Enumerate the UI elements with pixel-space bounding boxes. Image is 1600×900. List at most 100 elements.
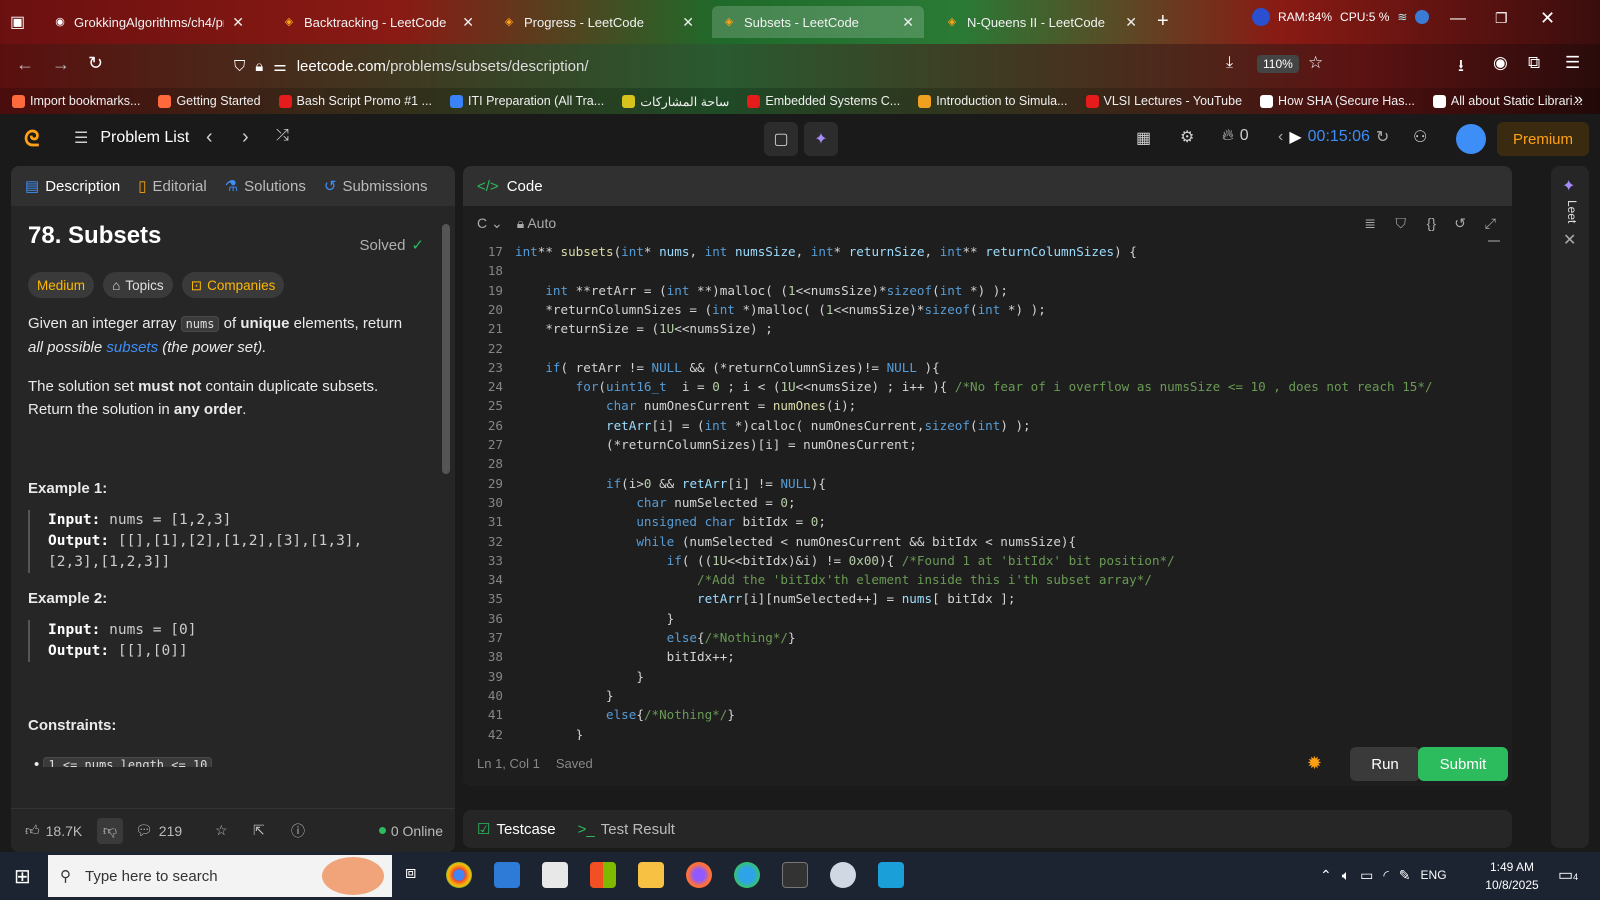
- code-line[interactable]: int** subsets(int* nums, int numsSize, i…: [515, 244, 1137, 259]
- bookmark-item[interactable]: Bash Script Promo #1 ...: [278, 94, 432, 108]
- windows-start-icon[interactable]: ⊞: [14, 864, 31, 889]
- fullscreen-icon[interactable]: ⤢: [1485, 215, 1496, 232]
- code-line[interactable]: unsigned char bitIdx = 0;: [515, 514, 826, 529]
- reload-icon[interactable]: ↻: [88, 53, 103, 74]
- code-line[interactable]: }: [515, 611, 675, 626]
- tab-close-icon[interactable]: ✕: [682, 14, 694, 31]
- premium-button[interactable]: Premium: [1497, 122, 1589, 156]
- battery-icon[interactable]: ▭: [1360, 867, 1373, 884]
- sparkle-icon[interactable]: ✦: [1562, 176, 1575, 196]
- task-view-icon[interactable]: ⧈: [405, 862, 431, 888]
- code-line[interactable]: *returnSize = (1U<<numsSize) ;: [515, 321, 772, 336]
- tab-overview-icon[interactable]: ▣: [10, 12, 25, 32]
- leetcode-logo-icon[interactable]: ᘓ: [24, 126, 40, 152]
- dislike-icon[interactable]: 👎︎: [97, 817, 123, 844]
- browser-tab[interactable]: ◈ Progress - LeetCode ✕: [492, 6, 704, 38]
- browser-tab[interactable]: ◉ GrokkingAlgorithms/ch4/prob1 ✕: [44, 6, 254, 38]
- more-bookmarks-icon[interactable]: »: [1574, 91, 1583, 109]
- firefox-icon[interactable]: [686, 862, 712, 888]
- bookmark-item[interactable]: Embedded Systems C...: [747, 94, 900, 108]
- tab-submissions[interactable]: ↺ Submissions: [324, 177, 428, 196]
- mail-icon[interactable]: [542, 862, 568, 888]
- edge-icon[interactable]: [734, 862, 760, 888]
- tab-solutions[interactable]: ⚗ Solutions: [225, 177, 306, 196]
- companies-button[interactable]: ⊡ Companies: [181, 272, 285, 298]
- scroll-thumb[interactable]: [442, 224, 450, 474]
- menu-icon[interactable]: ☰: [1565, 53, 1580, 73]
- bookmark-item[interactable]: ITI Preparation (All Tra...: [450, 94, 604, 108]
- like-button[interactable]: 👍︎ 18.7K: [25, 822, 82, 839]
- next-problem-icon[interactable]: ›: [242, 126, 249, 149]
- submit-button[interactable]: Submit: [1418, 747, 1508, 781]
- code-line[interactable]: }: [515, 669, 644, 684]
- problem-title[interactable]: 78. Subsets: [28, 222, 161, 249]
- store-icon[interactable]: [494, 862, 520, 888]
- account-icon[interactable]: ◉: [1493, 53, 1508, 73]
- taskbar-clock[interactable]: 1:49 AM 10/8/2025: [1480, 858, 1544, 894]
- leet-label[interactable]: Leet: [1565, 200, 1579, 223]
- bookmark-icon[interactable]: ⛉: [1396, 215, 1407, 232]
- extensions-icon[interactable]: ⧉: [1528, 53, 1540, 73]
- pen-icon[interactable]: ✎: [1399, 867, 1411, 884]
- topics-button[interactable]: ⌂ Topics: [103, 272, 173, 298]
- taskbar-search[interactable]: ⚲ Type here to search: [48, 855, 392, 897]
- bookmark-item[interactable]: How SHA (Secure Has...: [1260, 94, 1415, 108]
- tab-close-icon[interactable]: ✕: [1125, 14, 1137, 31]
- tab-close-icon[interactable]: ✕: [232, 14, 244, 31]
- braces-icon[interactable]: {}: [1427, 215, 1436, 231]
- bookmark-item[interactable]: Getting Started: [158, 94, 261, 108]
- code-line[interactable]: else{/*Nothing*/}: [515, 707, 735, 722]
- input-language[interactable]: ENG: [1421, 868, 1447, 884]
- comments-button[interactable]: 💬︎ 219: [135, 822, 182, 839]
- code-line[interactable]: if( retArr != NULL && (*returnColumnSize…: [515, 360, 939, 375]
- description-scrollbar[interactable]: [441, 214, 451, 834]
- office-icon[interactable]: [590, 862, 616, 888]
- chevron-up-icon[interactable]: ⌃: [1320, 867, 1332, 884]
- downloads-icon[interactable]: ⭳: [1458, 53, 1464, 82]
- close-window-icon[interactable]: ✕: [1540, 8, 1555, 29]
- code-line[interactable]: retArr[i][numSelected++] = nums[ bitIdx …: [515, 591, 1015, 606]
- layout-icon[interactable]: ▦: [1136, 128, 1151, 148]
- code-line[interactable]: (*returnColumnSizes)[i] = numOnesCurrent…: [515, 437, 917, 452]
- close-rail-icon[interactable]: ✕: [1563, 230, 1576, 250]
- browser-tab[interactable]: ◈ Backtracking - LeetCode ✕: [272, 6, 484, 38]
- forward-icon[interactable]: →: [52, 54, 70, 75]
- favorite-star-icon[interactable]: ☆: [215, 822, 228, 839]
- timer-widget[interactable]: ‹ ▶ 00:15:06 ↻: [1278, 127, 1389, 147]
- volume-icon[interactable]: 🔈︎: [1342, 867, 1350, 884]
- remote-desktop-icon[interactable]: [878, 862, 904, 888]
- avatar[interactable]: [1456, 124, 1486, 154]
- code-line[interactable]: char numSelected = 0;: [515, 495, 795, 510]
- code-line[interactable]: if( ((1U<<bitIdx)&i) != 0x00){ /*Found 1…: [515, 553, 1175, 568]
- code-line[interactable]: }: [515, 727, 584, 741]
- share-icon[interactable]: ⇱: [253, 822, 265, 839]
- zoom-level[interactable]: 110%: [1257, 55, 1299, 73]
- tab-testcase[interactable]: ☑ Testcase: [477, 820, 556, 839]
- bookmark-item[interactable]: Introduction to Simula...: [918, 94, 1068, 108]
- code-line[interactable]: while (numSelected < numOnesCurrent && b…: [515, 534, 1076, 549]
- bookmark-item[interactable]: All about Static Librari...: [1432, 94, 1583, 108]
- help-icon[interactable]: ⓘ: [291, 821, 305, 841]
- browser-tab[interactable]: ◈ N-Queens II - LeetCode ✕: [935, 6, 1147, 38]
- app-icon[interactable]: [830, 862, 856, 888]
- ai-sparkle-icon[interactable]: ✦: [804, 122, 838, 156]
- star-icon[interactable]: ☆: [1308, 53, 1323, 73]
- shuffle-icon[interactable]: ⤮: [276, 127, 289, 145]
- run-button[interactable]: Run: [1350, 747, 1420, 781]
- chrome-icon[interactable]: [446, 862, 472, 888]
- code-line[interactable]: }: [515, 688, 614, 703]
- back-icon[interactable]: ←: [16, 54, 34, 75]
- restore-icon[interactable]: ❐: [1495, 10, 1508, 27]
- notes-icon[interactable]: ▢: [764, 122, 798, 156]
- debug-icon[interactable]: ✹: [1307, 753, 1322, 774]
- prev-problem-icon[interactable]: ‹: [206, 126, 213, 149]
- terminal-app-icon[interactable]: [782, 862, 808, 888]
- bookmark-item[interactable]: VLSI Lectures - YouTube: [1085, 94, 1242, 108]
- add-friend-icon[interactable]: ⚇: [1413, 127, 1427, 147]
- network-icon[interactable]: ◜: [1383, 867, 1388, 884]
- new-tab-icon[interactable]: +: [1157, 10, 1169, 33]
- code-line[interactable]: for(uint16_t i = 0 ; i < (1U<<numsSize) …: [515, 379, 1433, 394]
- save-page-icon[interactable]: ⤓: [1226, 54, 1233, 72]
- subsets-link[interactable]: subsets: [106, 339, 158, 356]
- bookmark-item[interactable]: ساحة المشاركات: [622, 94, 729, 109]
